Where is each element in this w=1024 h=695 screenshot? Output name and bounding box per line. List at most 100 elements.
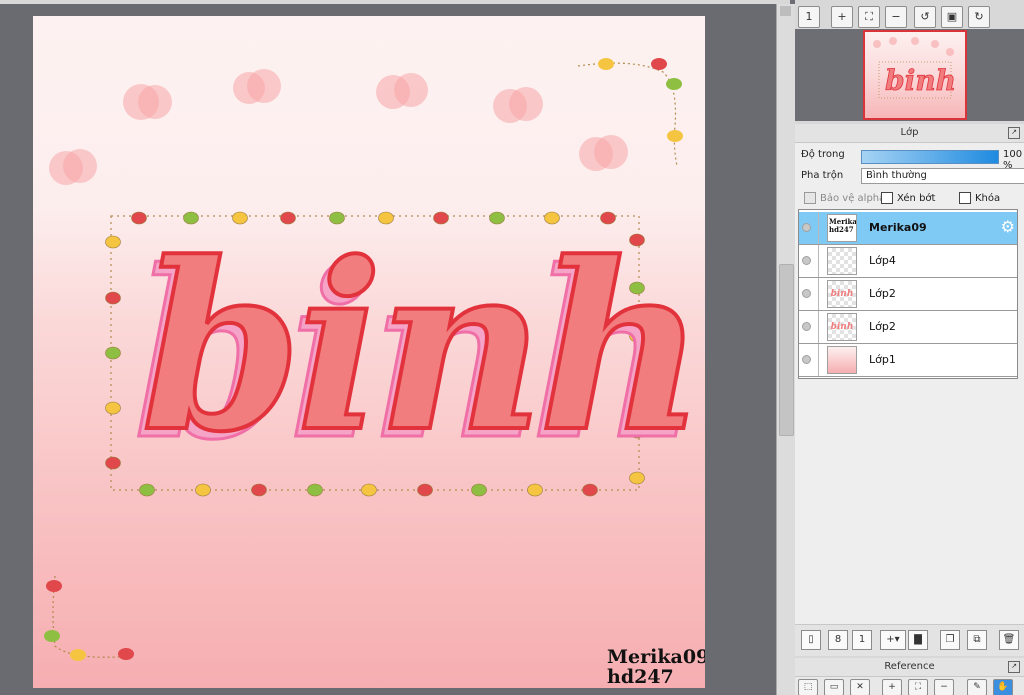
thumb-text-2: hd247 — [829, 225, 854, 234]
delete-layer-icon[interactable]: 🗑 — [999, 630, 1019, 650]
layer-thumbnail — [827, 247, 857, 275]
bokeh-circles — [49, 69, 628, 185]
protect-alpha-checkbox — [804, 192, 816, 204]
layer-settings-gear-icon[interactable]: ⚙ — [1001, 219, 1015, 235]
new-layer-1bit-icon[interactable]: 1 — [852, 630, 872, 650]
lock-checkbox[interactable] — [959, 192, 971, 204]
close-icon[interactable]: ✕ — [850, 679, 870, 695]
watermark-line1: Merika09 — [607, 646, 705, 668]
layer-panel-title: Lớp ↗ — [795, 124, 1024, 143]
layer-thumbnail — [827, 346, 857, 374]
merge-down-icon[interactable]: ⧉ — [967, 630, 987, 650]
watermark: Merika09 hd247 — [607, 646, 705, 688]
opacity-slider[interactable] — [861, 150, 999, 164]
layer-name: Lớp4 — [869, 254, 896, 267]
layer-row[interactable]: Lớp4 — [799, 245, 1017, 278]
visibility-toggle[interactable] — [802, 223, 811, 232]
new-layer-8bit-icon[interactable]: 8 — [828, 630, 848, 650]
artwork-svg: binh binh Merika09 hd247 — [44, 58, 706, 688]
berry — [105, 401, 121, 415]
divider — [818, 344, 819, 376]
artwork-canvas[interactable]: binh binh Merika09 hd247 — [33, 16, 705, 688]
berry — [105, 291, 121, 305]
fit-icon[interactable]: ⛶ — [858, 6, 880, 28]
opacity-label: Độ trong — [801, 149, 845, 160]
clipping-label: Xén bớt — [897, 193, 936, 204]
duplicate-layer-icon[interactable]: ❐ — [940, 630, 960, 650]
clipping-option[interactable]: Xén bớt — [881, 192, 935, 204]
visibility-toggle[interactable] — [802, 289, 811, 298]
layer-row[interactable]: binh Lớp2 — [799, 278, 1017, 311]
berry — [105, 235, 121, 249]
blend-mode-select[interactable]: Bình thường — [861, 168, 1024, 184]
scroll-up-arrow[interactable] — [780, 6, 791, 16]
hand-icon[interactable]: ✋ — [993, 679, 1013, 695]
divider — [818, 245, 819, 277]
thumbnail-lettering: binh — [885, 64, 956, 97]
add-layer-menu-icon[interactable]: +▾ — [880, 630, 906, 650]
layer-name: Lớp1 — [869, 353, 896, 366]
divider — [818, 278, 819, 310]
zoom-in-icon[interactable]: + — [882, 679, 902, 695]
vertical-scrollbar[interactable] — [776, 4, 795, 695]
layer-name: Merika09 — [869, 221, 927, 234]
scrollbar-thumb[interactable] — [779, 264, 794, 436]
lettering: binh binh — [132, 211, 706, 493]
layer-name: Lớp2 — [869, 320, 896, 333]
lock-label: Khóa — [975, 193, 1001, 204]
layer-options-row: Bảo vệ alpha Xén bớt Khóa — [795, 192, 1024, 206]
protect-alpha-label: Bảo vệ alpha — [820, 193, 886, 204]
canvas-area[interactable]: binh binh Merika09 hd247 — [0, 4, 776, 695]
open-folder-icon[interactable]: ▭ — [824, 679, 844, 695]
lock-option[interactable]: Khóa — [959, 192, 1000, 204]
popout-icon[interactable]: ↗ — [1008, 127, 1020, 139]
reference-title-text: Reference — [884, 661, 935, 672]
navigator-toolbar: 1 + ⛶ − ↺ ▣ ↻ — [795, 3, 1024, 29]
layer-thumbnail: binh — [827, 313, 857, 341]
zoom-out-icon[interactable]: − — [934, 679, 954, 695]
new-layer-icon[interactable]: ▯ — [801, 630, 821, 650]
navigator-thumbnail[interactable]: binh — [863, 30, 967, 120]
thumb-lettering: binh — [830, 289, 854, 299]
berry — [105, 456, 121, 470]
fit-icon[interactable]: ⛶ — [908, 679, 928, 695]
divider — [818, 311, 819, 343]
actual-size-icon[interactable]: 1 — [798, 6, 820, 28]
blend-row: Pha trộn Bình thường — [795, 168, 1024, 184]
visibility-toggle[interactable] — [802, 256, 811, 265]
layer-panel: Lớp ↗ Độ trong 100 % Pha trộn Bình thườn… — [795, 124, 1024, 656]
fit-window-icon[interactable]: ▣ — [941, 6, 963, 28]
rotate-right-icon[interactable]: ↻ — [968, 6, 990, 28]
blend-label: Pha trộn — [801, 170, 844, 181]
layer-toolbar: ▯ 8 1 +▾ ▇ ❐ ⧉ 🗑 — [795, 624, 1024, 656]
right-panels: 1 + ⛶ − ↺ ▣ ↻ binh Lớp ↗ Độ trong 100 % … — [795, 0, 1024, 695]
new-folder-icon[interactable]: ▇ — [908, 630, 928, 650]
layer-thumbnail: Merika09hd247 — [827, 214, 857, 242]
watermark-line2: hd247 — [607, 666, 674, 688]
popout-icon[interactable]: ↗ — [1008, 661, 1020, 673]
clipping-checkbox[interactable] — [881, 192, 893, 204]
rotate-left-icon[interactable]: ↺ — [914, 6, 936, 28]
opacity-row: Độ trong 100 % — [795, 148, 1024, 171]
open-image-icon[interactable]: ⬚ — [798, 679, 818, 695]
layer-row[interactable]: Lớp1 — [799, 344, 1017, 377]
visibility-toggle[interactable] — [802, 322, 811, 331]
lettering-main: binh — [141, 213, 700, 483]
reference-panel-title: Reference ↗ — [795, 658, 1024, 677]
protect-alpha-option: Bảo vệ alpha — [804, 192, 885, 204]
layer-row[interactable]: Merika09hd247 Merika09 ⚙ — [799, 212, 1017, 245]
berry — [105, 346, 121, 360]
eyedropper-icon[interactable]: ✎ — [967, 679, 987, 695]
layer-thumbnail: binh — [827, 280, 857, 308]
layer-panel-title-text: Lớp — [900, 127, 919, 138]
reference-panel: Reference ↗ ⬚ ▭ ✕ + ⛶ − ✎ ✋ — [795, 658, 1024, 695]
navigator-preview[interactable]: binh — [795, 29, 1024, 121]
visibility-toggle[interactable] — [802, 355, 811, 364]
thumb-lettering: binh — [830, 322, 854, 332]
zoom-in-icon[interactable]: + — [831, 6, 853, 28]
divider — [818, 212, 819, 244]
layer-row[interactable]: binh Lớp2 — [799, 311, 1017, 344]
corner-vine-bottom-left — [44, 575, 134, 661]
layer-name: Lớp2 — [869, 287, 896, 300]
zoom-out-icon[interactable]: − — [885, 6, 907, 28]
